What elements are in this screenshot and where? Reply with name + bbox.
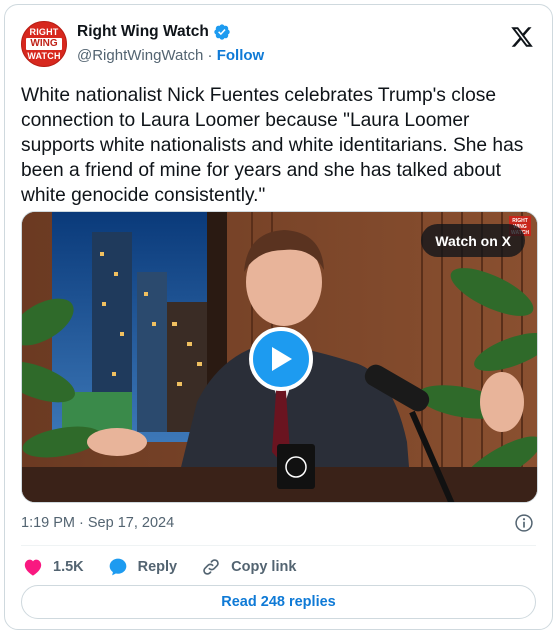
- avatar[interactable]: RIGHT WING WATCH: [21, 21, 67, 67]
- tweet-timestamp[interactable]: 1:19 PM · Sep 17, 2024: [21, 515, 174, 531]
- tweet-header: RIGHT WING WATCH Right Wing Watch @Right…: [19, 19, 538, 71]
- account-handle[interactable]: @RightWingWatch: [77, 47, 203, 64]
- separator-dot: ·: [207, 47, 213, 64]
- action-bar: 1.5K Reply Copy link: [23, 555, 320, 579]
- avatar-text-line-1: RIGHT: [29, 27, 59, 37]
- divider: [21, 545, 536, 546]
- x-logo-icon[interactable]: [510, 25, 534, 49]
- avatar-text-line-2: WING: [26, 38, 62, 50]
- info-icon[interactable]: [514, 513, 534, 533]
- reply-button[interactable]: Reply: [108, 557, 178, 577]
- copy-link-label: Copy link: [231, 559, 297, 575]
- avatar-text-line-3: WATCH: [27, 51, 61, 61]
- like-button[interactable]: 1.5K: [23, 558, 84, 576]
- heart-icon: [24, 559, 42, 576]
- video-player[interactable]: RIGHT WING WATCH Watch on X: [21, 211, 538, 503]
- tweet-text: White nationalist Nick Fuentes celebrate…: [21, 85, 524, 206]
- watch-on-x-button[interactable]: Watch on X: [421, 224, 525, 257]
- copy-link-button[interactable]: Copy link: [201, 557, 296, 577]
- like-count: 1.5K: [53, 559, 84, 575]
- read-replies-button[interactable]: Read 248 replies: [21, 585, 536, 619]
- tweet-embed-card: RIGHT WING WATCH Right Wing Watch @Right…: [4, 4, 553, 630]
- follow-button[interactable]: Follow: [217, 47, 265, 64]
- verified-badge-icon: [214, 24, 230, 40]
- link-icon: [203, 559, 219, 575]
- handle-row: @RightWingWatch · Follow: [77, 47, 264, 64]
- reply-bubble-icon: [109, 558, 126, 576]
- play-icon: [272, 347, 292, 371]
- account-name[interactable]: Right Wing Watch: [77, 23, 209, 41]
- reply-label: Reply: [137, 559, 178, 575]
- play-button[interactable]: [249, 327, 313, 391]
- name-row: Right Wing Watch: [77, 23, 231, 41]
